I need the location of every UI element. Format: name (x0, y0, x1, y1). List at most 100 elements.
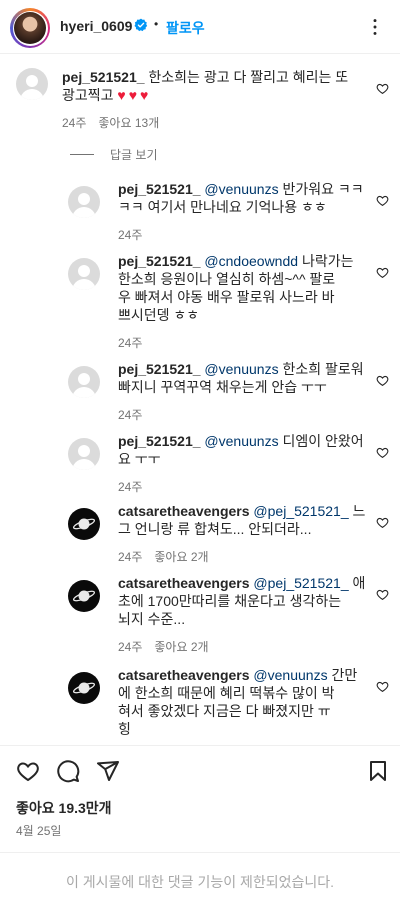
reply-body-line: 한소희 팔로워 (282, 361, 364, 377)
profile-avatar[interactable] (10, 8, 50, 48)
commenter-avatar[interactable] (16, 68, 48, 100)
reply-meta: 24주 (118, 406, 142, 423)
heart-emoji: ♥♥♥ (117, 87, 152, 103)
reply-text: pej_521521_ @venuunzs 디엠이 안왔어요 ㅜㅜ (118, 432, 366, 468)
reply-body-line: 초에 1700만따리를 채운다고 생각하는 (118, 593, 342, 609)
reply-body-line: 혀서 좋았겠다 지금은 다 빠졌지만 ㅠ (118, 703, 331, 719)
view-replies-label[interactable]: 답글 보기 (110, 146, 158, 163)
reply-mention[interactable]: @cndoeowndd (204, 253, 298, 269)
saturn-avatar[interactable] (68, 580, 100, 612)
default-avatar[interactable] (68, 366, 100, 398)
reply-time: 24주 (118, 480, 143, 494)
actions-divider (0, 745, 400, 746)
comment-icon[interactable] (56, 759, 80, 783)
heart-outline-icon[interactable] (376, 194, 389, 207)
heart-outline-icon[interactable] (376, 82, 389, 95)
reply-mention[interactable]: @venuunzs (204, 361, 278, 377)
reply-body-line: 애 (352, 575, 366, 591)
reply-meta: 24주 (118, 226, 142, 243)
heart-outline-icon[interactable] (376, 680, 389, 693)
reply-text: catsaretheavengers @pej_521521_ 느그 언니랑 류… (118, 502, 366, 538)
reply-mention[interactable]: @venuunzs (253, 667, 327, 683)
reply-likes[interactable]: 좋아요 2개 (154, 548, 208, 565)
comment-likes[interactable]: 좋아요 13개 (98, 114, 159, 131)
saturn-icon (72, 682, 96, 694)
reply-body-line: ㅋㅋ 여기서 만나네요 기억나용 ㅎㅎ (118, 199, 327, 215)
verified-badge-icon (134, 18, 148, 32)
reply-likes[interactable]: 좋아요 2개 (154, 638, 208, 655)
reply-time: 24주 (118, 408, 143, 422)
reply-username[interactable]: pej_521521_ (118, 181, 201, 197)
saturn-icon (72, 518, 96, 530)
reply-text: catsaretheavengers @pej_521521_ 애초에 1700… (118, 574, 366, 628)
separator-dot: • (154, 17, 159, 31)
heart-outline-icon[interactable] (376, 588, 389, 601)
default-avatar[interactable] (68, 438, 100, 470)
avatar-photo (14, 12, 46, 44)
reply-username[interactable]: pej_521521_ (118, 361, 201, 377)
reply-username[interactable]: catsaretheavengers (118, 575, 250, 591)
reply-text: catsaretheavengers @venuunzs 간만에 한소희 때문에… (118, 666, 366, 738)
reply-meta: 24주 (118, 478, 142, 495)
reply-body-line: 한소희 응원이나 열심히 하셈~^^ 팔로 (118, 271, 336, 287)
heart-outline-icon[interactable] (376, 374, 389, 387)
follow-button[interactable]: 팔로우 (166, 18, 205, 38)
reply-body-line: 에 한소희 때문에 혜리 떡볶수 많이 박 (118, 685, 335, 701)
reply-username[interactable]: pej_521521_ (118, 253, 201, 269)
comment-username[interactable]: pej_521521_ (62, 69, 145, 85)
saturn-avatar[interactable] (68, 508, 100, 540)
footer-divider (0, 852, 400, 853)
reply-username[interactable]: catsaretheavengers (118, 667, 250, 683)
replies-line (70, 154, 94, 155)
reply-body-line: 요 ㅜㅜ (118, 451, 161, 467)
reply-body-line: 그 언니랑 류 합쳐도... 안되더라... (118, 521, 312, 537)
reply-username[interactable]: pej_521521_ (118, 433, 201, 449)
saturn-avatar[interactable] (68, 672, 100, 704)
reply-text: pej_521521_ @venuunzs 한소희 팔로워빠지니 꾸역꾸역 채우… (118, 360, 366, 396)
comment-meta: 24주 좋아요 13개 (62, 114, 159, 131)
default-avatar[interactable] (68, 258, 100, 290)
comment-text: pej_521521_ 한소희는 광고 다 짤리고 혜리는 또 광고찍고 ♥♥♥ (62, 68, 362, 104)
reply-text: pej_521521_ @venuunzs 반가워요 ㅋㅋㅋㅋ 여기서 만나네요… (118, 180, 366, 216)
post-header: hyeri_0609 • 팔로우 (0, 0, 400, 54)
reply-mention[interactable]: @venuunzs (204, 433, 278, 449)
reply-mention[interactable]: @pej_521521_ (253, 503, 348, 519)
comment-time: 24주 (62, 116, 87, 130)
reply-body-line: 반가워요 ㅋㅋ (282, 181, 364, 197)
reply-mention[interactable]: @venuunzs (204, 181, 278, 197)
reply-body-line: 뇌지 수준... (118, 611, 186, 627)
post-likes-count[interactable]: 좋아요 19.3만개 (16, 798, 112, 818)
heart-outline-icon[interactable] (376, 516, 389, 529)
share-icon[interactable] (96, 759, 120, 783)
reply-meta: 24주 좋아요 2개 (118, 548, 209, 565)
post-date[interactable]: 4월 25일 (16, 822, 61, 839)
heart-outline-icon[interactable] (376, 266, 389, 279)
heart-outline-icon[interactable] (376, 446, 389, 459)
reply-body-line: 쁘시던뎅 ㅎㅎ (118, 307, 200, 323)
main-comment: pej_521521_ 한소희는 광고 다 짤리고 혜리는 또 광고찍고 ♥♥♥… (0, 60, 400, 140)
reply-time: 24주 (118, 228, 143, 242)
default-avatar[interactable] (68, 186, 100, 218)
reply-time: 24주 (118, 550, 143, 564)
view-replies-toggle[interactable]: 답글 보기 (70, 146, 158, 163)
reply-body-line: 우 빠져서 야동 배우 팔로워 사느라 바 (118, 289, 335, 305)
reply-time: 24주 (118, 640, 143, 654)
saturn-icon (72, 590, 96, 602)
reply-text: pej_521521_ @cndoeowndd 나락가는한소희 응원이나 열심히… (118, 252, 366, 324)
reply-body-line: 간만 (331, 667, 358, 683)
reply-body-line: 힝 (118, 721, 131, 737)
reply-username[interactable]: catsaretheavengers (118, 503, 250, 519)
reply-body-line: 나락가는 (301, 253, 354, 269)
comments-restricted-notice: 이 게시물에 대한 댓글 기능이 제한되었습니다. (65, 874, 335, 890)
reply-body-line: 빠지니 꾸역꾸역 채우는게 안습 ㅜㅜ (118, 379, 327, 395)
reply-meta: 24주 좋아요 2개 (118, 638, 209, 655)
reply-body-line: 디엠이 안왔어 (282, 433, 364, 449)
heart-outline-icon[interactable] (16, 759, 40, 783)
reply-body-line: 느 (352, 503, 366, 519)
reply-mention[interactable]: @pej_521521_ (253, 575, 348, 591)
bookmark-icon[interactable] (366, 759, 390, 783)
reply-meta: 24주 (118, 334, 142, 351)
header-username[interactable]: hyeri_0609 (60, 18, 132, 34)
more-options-icon[interactable] (364, 16, 386, 38)
reply-time: 24주 (118, 336, 143, 350)
